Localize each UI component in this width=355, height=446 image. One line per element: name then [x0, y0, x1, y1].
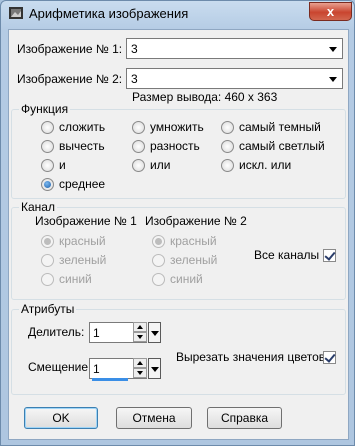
radio-image1-red-label: красный	[59, 234, 106, 248]
offset-input[interactable]: 1	[89, 358, 147, 381]
radio-subtract[interactable]	[41, 140, 54, 153]
radio-image2-red-label: красный	[170, 234, 217, 248]
chevron-down-icon	[329, 47, 337, 52]
radio-lightest-label: самый светлый	[239, 139, 325, 153]
radio-darkest[interactable]	[221, 121, 234, 134]
close-button[interactable]: x	[309, 2, 352, 21]
offset-label: Смещение:	[28, 360, 92, 374]
radio-image1-red[interactable]	[41, 235, 54, 248]
image1-label: Изображение № 1:	[17, 42, 123, 56]
radio-image2-green-label: зеленый	[170, 253, 218, 267]
chevron-down-icon	[329, 77, 337, 82]
dialog-client-area: Изображение № 1: 3 Изображение № 2: 3 Ра…	[8, 29, 349, 440]
radio-lightest[interactable]	[221, 140, 234, 153]
divisor-dropdown-button[interactable]	[148, 322, 161, 343]
radio-image1-green[interactable]	[41, 254, 54, 267]
radio-difference-label: разность	[150, 139, 200, 153]
divisor-input[interactable]: 1	[89, 322, 147, 343]
clip-colors-checkbox[interactable]	[323, 351, 336, 364]
image2-select[interactable]: 3	[126, 68, 343, 89]
spin-up-icon[interactable]	[133, 322, 147, 332]
spin-down-icon[interactable]	[133, 332, 147, 342]
radio-average[interactable]	[41, 178, 54, 191]
offset-dropdown-button[interactable]	[148, 358, 161, 379]
radio-and-label: и	[59, 158, 66, 172]
title-bar[interactable]: Арифметика изображения x	[1, 1, 355, 27]
radio-difference[interactable]	[132, 140, 145, 153]
divisor-value: 1	[93, 326, 100, 340]
image2-value: 3	[131, 72, 138, 86]
all-channels-label: Все каналы	[254, 248, 320, 262]
radio-subtract-label: вычесть	[59, 139, 105, 153]
attributes-group: Атрибуты Делитель: 1 Смещение: 1 Вырезат…	[11, 302, 346, 395]
divisor-label: Делитель:	[28, 325, 85, 339]
radio-add-label: сложить	[59, 120, 106, 134]
offset-value: 1	[93, 362, 100, 376]
radio-multiply[interactable]	[132, 121, 145, 134]
radio-or-label: или	[150, 158, 171, 172]
offset-spinner[interactable]	[133, 358, 147, 379]
close-icon: x	[326, 4, 335, 19]
app-icon	[9, 7, 23, 19]
radio-or[interactable]	[132, 159, 145, 172]
clip-colors-label: Вырезать значения цветов	[176, 350, 326, 364]
spin-up-icon[interactable]	[133, 358, 147, 368]
attributes-group-title: Атрибуты	[19, 302, 77, 316]
channel-image1-label: Изображение № 1	[35, 214, 137, 228]
spin-down-icon[interactable]	[133, 368, 147, 378]
function-group-title: Функция	[19, 102, 71, 116]
channel-group-title: Канал	[19, 200, 57, 214]
channel-image2-label: Изображение № 2	[145, 214, 247, 228]
focus-indicator	[92, 378, 128, 381]
image2-label: Изображение № 2:	[17, 72, 123, 86]
radio-average-label: среднее	[59, 177, 106, 191]
radio-image1-green-label: зеленый	[59, 253, 107, 267]
image1-select[interactable]: 3	[126, 38, 343, 59]
output-size-text: Размер вывода: 460 x 363	[132, 90, 278, 104]
image1-value: 3	[131, 42, 138, 56]
cancel-button[interactable]: Отмена	[116, 407, 192, 429]
channel-group: Канал Изображение № 1 Изображение № 2 кр…	[11, 200, 346, 300]
ok-button[interactable]: OK	[24, 407, 98, 429]
radio-darkest-label: самый темный	[239, 120, 321, 134]
radio-xor-label: искл. или	[239, 158, 292, 172]
radio-image2-blue[interactable]	[152, 273, 165, 286]
radio-image1-blue[interactable]	[41, 273, 54, 286]
radio-xor[interactable]	[221, 159, 234, 172]
radio-image2-blue-label: синий	[170, 272, 203, 286]
radio-add[interactable]	[41, 121, 54, 134]
radio-image2-green[interactable]	[152, 254, 165, 267]
radio-multiply-label: умножить	[150, 120, 204, 134]
radio-image2-red[interactable]	[152, 235, 165, 248]
window-title: Арифметика изображения	[29, 6, 189, 21]
dialog-window: Арифметика изображения x Изображение № 1…	[0, 0, 355, 446]
function-group: Функция сложить умножить самый темный вы…	[11, 102, 346, 199]
help-button[interactable]: Справка	[207, 407, 282, 429]
all-channels-checkbox[interactable]	[323, 249, 336, 262]
radio-and[interactable]	[41, 159, 54, 172]
divisor-spinner[interactable]	[133, 322, 147, 343]
radio-image1-blue-label: синий	[59, 272, 92, 286]
